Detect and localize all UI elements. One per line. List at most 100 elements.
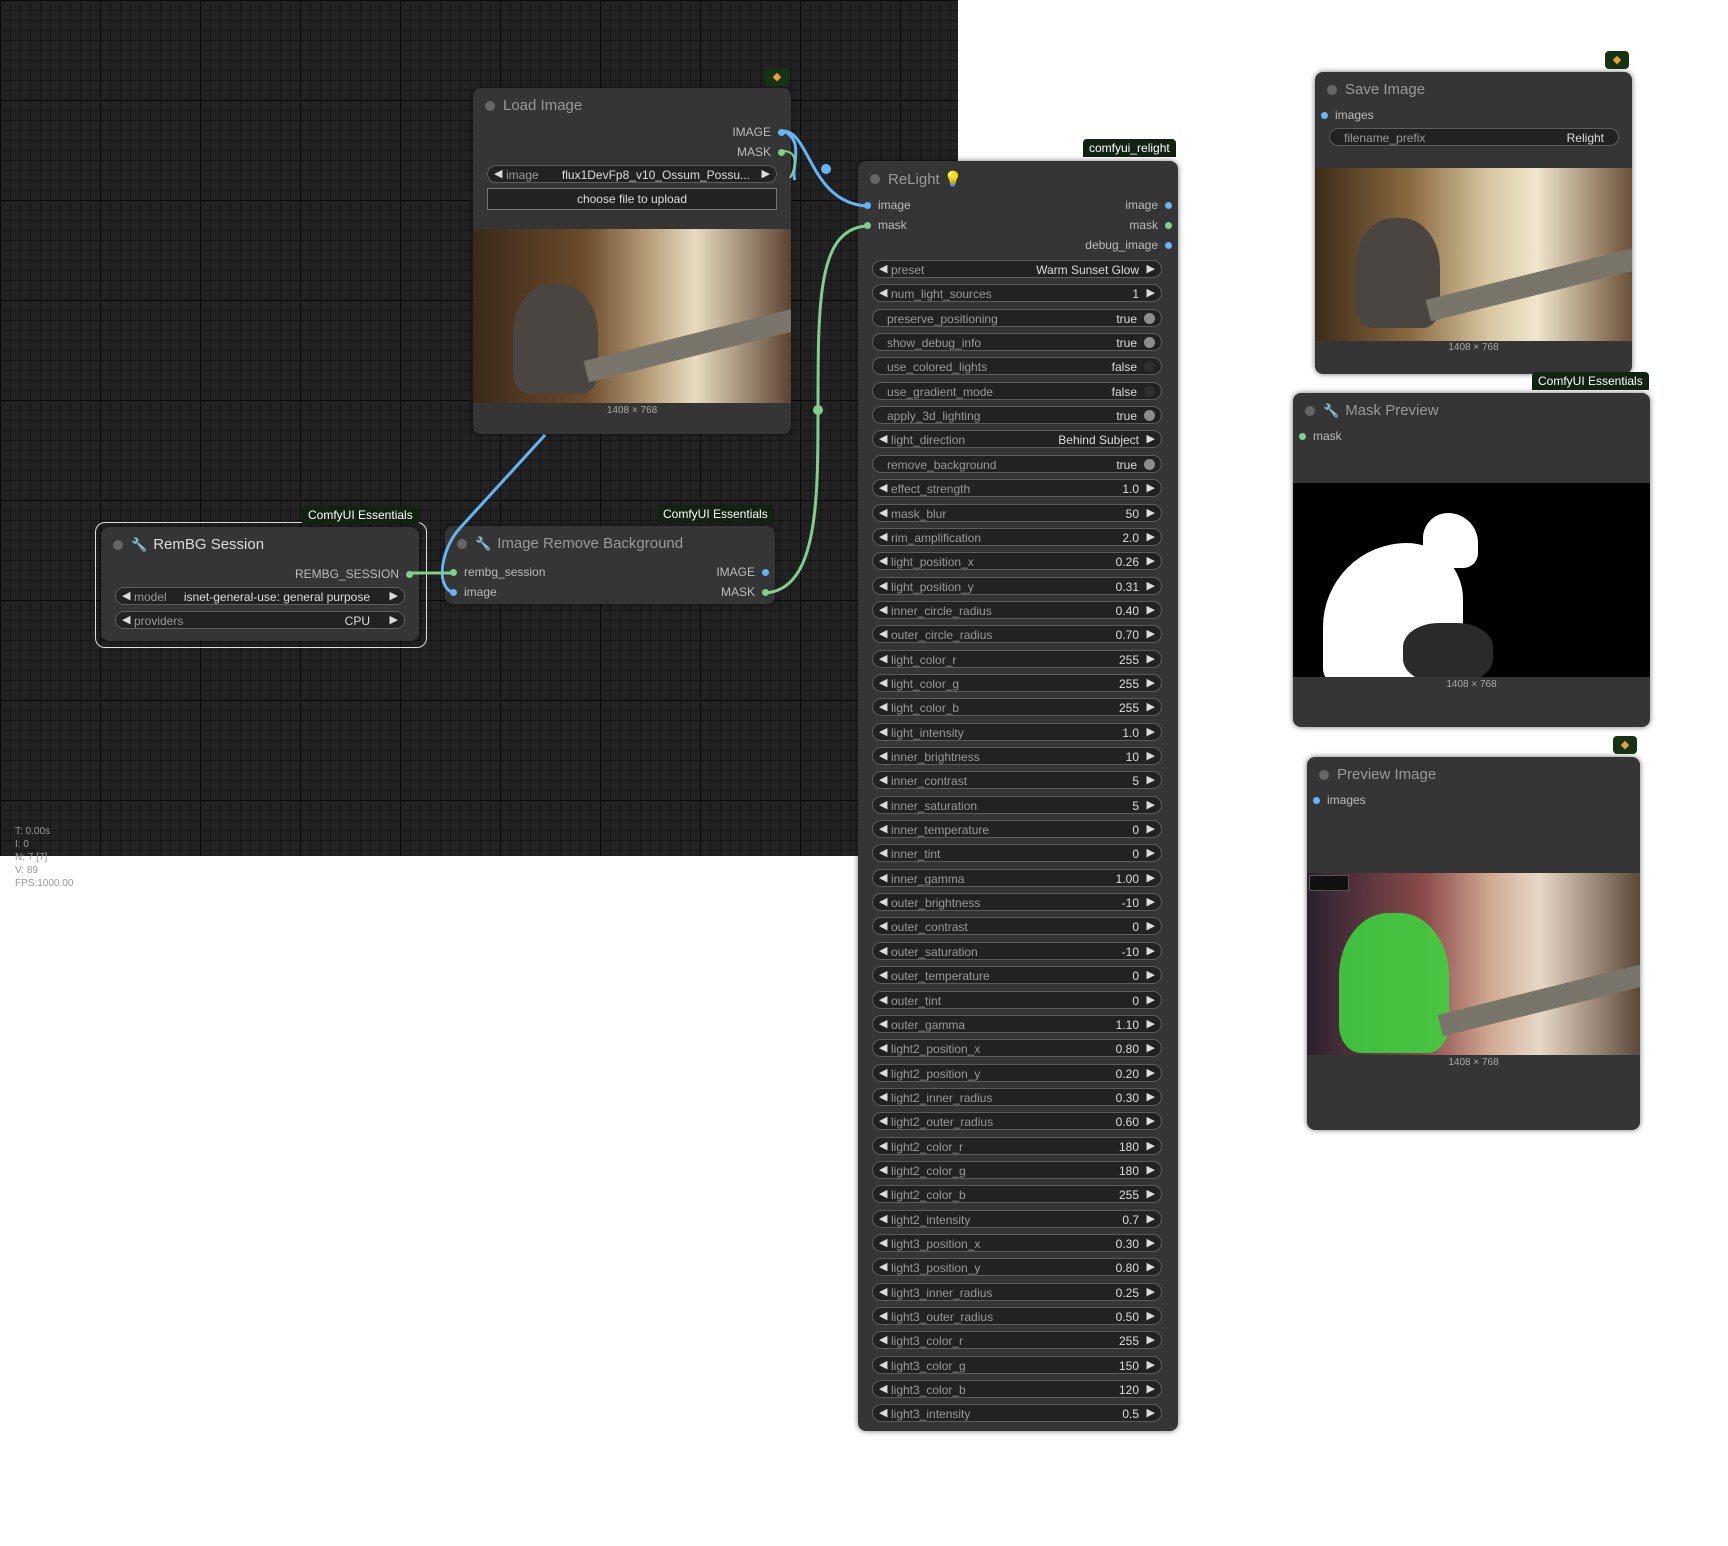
node-title-bar[interactable]: ReLight 💡 <box>858 161 1178 195</box>
arrow-left-icon[interactable]: ◀ <box>879 749 887 762</box>
arrow-right-icon[interactable]: ▶ <box>1147 481 1155 494</box>
arrow-right-icon[interactable]: ▶ <box>1147 530 1155 543</box>
arrow-left-icon[interactable]: ◀ <box>879 1017 887 1030</box>
output-image-slot[interactable] <box>778 129 785 136</box>
widget-outer-tint[interactable]: ◀ outer_tint 0 ▶ <box>872 990 1162 1009</box>
widget-light2-color-g[interactable]: ◀ light2_color_g 180 ▶ <box>872 1160 1162 1179</box>
widget-light2-outer-radius[interactable]: ◀ light2_outer_radius 0.60 ▶ <box>872 1112 1162 1131</box>
image-combo[interactable]: ◀ image flux1DevFp8_v10_Ossum_Possu... ▶ <box>487 165 777 183</box>
collapse-dot[interactable] <box>1319 770 1329 780</box>
widget-light3-color-b[interactable]: ◀ light3_color_b 120 ▶ <box>872 1380 1162 1399</box>
arrow-left-icon[interactable]: ◀ <box>879 1309 887 1322</box>
widget-inner-contrast[interactable]: ◀ inner_contrast 5 ▶ <box>872 771 1162 790</box>
widget-inner-temperature[interactable]: ◀ inner_temperature 0 ▶ <box>872 820 1162 839</box>
node-title-bar[interactable]: 🔧 RemBG Session <box>101 527 419 561</box>
toggle-knob[interactable] <box>1144 361 1155 373</box>
widget-outer-saturation[interactable]: ◀ outer_saturation -10 ▶ <box>872 941 1162 960</box>
arrow-right-icon[interactable]: ▶ <box>1147 1090 1155 1103</box>
arrow-left-icon[interactable]: ◀ <box>879 1260 887 1273</box>
widget-light3-outer-radius[interactable]: ◀ light3_outer_radius 0.50 ▶ <box>872 1307 1162 1326</box>
output-mask-slot[interactable] <box>762 589 769 596</box>
arrow-left-icon[interactable]: ◀ <box>879 798 887 811</box>
arrow-right-icon[interactable]: ▶ <box>1147 749 1155 762</box>
arrow-left-icon[interactable]: ◀ <box>879 554 887 567</box>
arrow-right-icon[interactable]: ▶ <box>1147 944 1155 957</box>
arrow-right-icon[interactable]: ▶ <box>1147 993 1155 1006</box>
widget-inner-tint[interactable]: ◀ inner_tint 0 ▶ <box>872 844 1162 863</box>
widget-mask-blur[interactable]: ◀ mask_blur 50 ▶ <box>872 503 1162 522</box>
arrow-right-icon[interactable]: ▶ <box>1147 1333 1155 1346</box>
arrow-right-icon[interactable]: ▶ <box>1147 700 1155 713</box>
output-mask-slot[interactable] <box>1165 222 1172 229</box>
arrow-left-icon[interactable]: ◀ <box>879 895 887 908</box>
toggle-knob[interactable] <box>1144 410 1155 422</box>
arrow-right-icon[interactable]: ▶ <box>1147 554 1155 567</box>
arrow-right-icon[interactable]: ▶ <box>1147 1309 1155 1322</box>
arrow-right-icon[interactable]: ▶ <box>1147 1066 1155 1079</box>
arrow-right-icon[interactable]: ▶ <box>1147 603 1155 616</box>
arrow-left-icon[interactable]: ◀ <box>879 1212 887 1225</box>
arrow-left-icon[interactable]: ◀ <box>879 603 887 616</box>
output-image-slot[interactable] <box>762 569 769 576</box>
widget-light3-position-y[interactable]: ◀ light3_position_y 0.80 ▶ <box>872 1258 1162 1277</box>
widget-outer-contrast[interactable]: ◀ outer_contrast 0 ▶ <box>872 917 1162 936</box>
output-mask-slot[interactable] <box>778 149 785 156</box>
widget-light-color-g[interactable]: ◀ light_color_g 255 ▶ <box>872 673 1162 692</box>
widget-light2-position-x[interactable]: ◀ light2_position_x 0.80 ▶ <box>872 1039 1162 1058</box>
output-rembg-session-slot[interactable] <box>406 571 413 578</box>
arrow-left-icon[interactable]: ◀ <box>122 589 130 602</box>
widget-light2-intensity[interactable]: ◀ light2_intensity 0.7 ▶ <box>872 1209 1162 1228</box>
node-title-bar[interactable]: 🔧 Image Remove Background <box>445 526 775 560</box>
filename-prefix-field[interactable]: filename_prefix Relight <box>1329 128 1619 146</box>
widget-outer-brightness[interactable]: ◀ outer_brightness -10 ▶ <box>872 893 1162 912</box>
arrow-right-icon[interactable]: ▶ <box>1147 1041 1155 1054</box>
arrow-left-icon[interactable]: ◀ <box>879 1187 887 1200</box>
arrow-right-icon[interactable]: ▶ <box>390 613 398 626</box>
arrow-left-icon[interactable]: ◀ <box>879 530 887 543</box>
widget-light2-position-y[interactable]: ◀ light2_position_y 0.20 ▶ <box>872 1063 1162 1082</box>
arrow-left-icon[interactable]: ◀ <box>879 725 887 738</box>
input-rembg-session-slot[interactable] <box>450 569 457 576</box>
widget-light3-inner-radius[interactable]: ◀ light3_inner_radius 0.25 ▶ <box>872 1282 1162 1301</box>
arrow-right-icon[interactable]: ▶ <box>1147 1163 1155 1176</box>
arrow-left-icon[interactable]: ◀ <box>879 1066 887 1079</box>
arrow-right-icon[interactable]: ▶ <box>1147 919 1155 932</box>
arrow-left-icon[interactable]: ◀ <box>879 579 887 592</box>
input-mask-slot[interactable] <box>864 222 871 229</box>
widget-light3-color-r[interactable]: ◀ light3_color_r 255 ▶ <box>872 1331 1162 1350</box>
widget-outer-temperature[interactable]: ◀ outer_temperature 0 ▶ <box>872 966 1162 985</box>
node-title-bar[interactable]: Load Image <box>473 88 791 122</box>
arrow-left-icon[interactable]: ◀ <box>879 1114 887 1127</box>
arrow-left-icon[interactable]: ◀ <box>879 1139 887 1152</box>
arrow-right-icon[interactable]: ▶ <box>1147 725 1155 738</box>
relight-node[interactable]: ReLight 💡 image mask image mask debug_im… <box>858 161 1178 1431</box>
arrow-left-icon[interactable]: ◀ <box>879 968 887 981</box>
widget-num-light-sources[interactable]: ◀ num_light_sources 1 ▶ <box>872 284 1162 303</box>
output-debug-image-slot[interactable] <box>1165 242 1172 249</box>
arrow-left-icon[interactable]: ◀ <box>879 676 887 689</box>
arrow-right-icon[interactable]: ▶ <box>1147 871 1155 884</box>
arrow-right-icon[interactable]: ▶ <box>1147 579 1155 592</box>
arrow-left-icon[interactable]: ◀ <box>879 822 887 835</box>
input-images-slot[interactable] <box>1321 112 1328 119</box>
widget-use-gradient-mode[interactable]: use_gradient_mode false <box>872 381 1162 400</box>
widget-outer-gamma[interactable]: ◀ outer_gamma 1.10 ▶ <box>872 1014 1162 1033</box>
arrow-right-icon[interactable]: ▶ <box>1147 1187 1155 1200</box>
arrow-left-icon[interactable]: ◀ <box>879 700 887 713</box>
arrow-right-icon[interactable]: ▶ <box>1147 1139 1155 1152</box>
widget-inner-circle-radius[interactable]: ◀ inner_circle_radius 0.40 ▶ <box>872 600 1162 619</box>
arrow-left-icon[interactable]: ◀ <box>879 506 887 519</box>
widget-show-debug-info[interactable]: show_debug_info true <box>872 333 1162 352</box>
widget-light-color-b[interactable]: ◀ light_color_b 255 ▶ <box>872 698 1162 717</box>
input-image-slot[interactable] <box>450 589 457 596</box>
widget-rim-amplification[interactable]: ◀ rim_amplification 2.0 ▶ <box>872 527 1162 546</box>
widget-preserve-positioning[interactable]: preserve_positioning true <box>872 308 1162 327</box>
arrow-right-icon[interactable]: ▶ <box>1147 895 1155 908</box>
arrow-left-icon[interactable]: ◀ <box>879 286 887 299</box>
arrow-left-icon[interactable]: ◀ <box>879 1163 887 1176</box>
input-image-slot[interactable] <box>864 202 871 209</box>
arrow-right-icon[interactable]: ▶ <box>1147 1285 1155 1298</box>
load-image-node[interactable]: Load Image IMAGE MASK ◀ image flux1DevFp… <box>473 88 791 434</box>
arrow-left-icon[interactable]: ◀ <box>879 1333 887 1346</box>
widget-light-position-y[interactable]: ◀ light_position_y 0.31 ▶ <box>872 576 1162 595</box>
